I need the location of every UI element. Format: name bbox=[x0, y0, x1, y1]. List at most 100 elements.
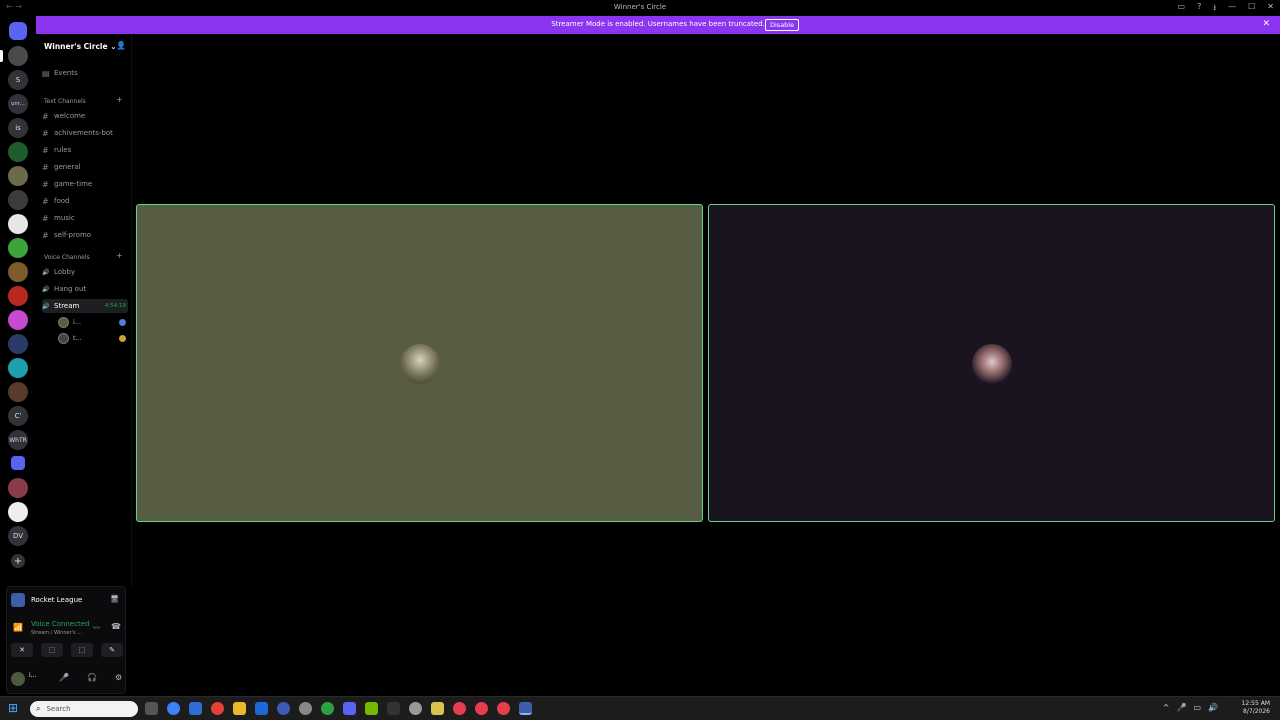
minimize-button[interactable]: — bbox=[1228, 2, 1236, 16]
app-icon[interactable] bbox=[387, 702, 400, 715]
app-icon[interactable] bbox=[497, 702, 510, 715]
server-icon[interactable] bbox=[8, 502, 28, 522]
mic-icon[interactable]: 🎤 bbox=[59, 673, 69, 682]
disconnect-icon[interactable]: ☎ bbox=[111, 622, 121, 631]
selected-pip bbox=[0, 50, 3, 62]
discord-home-icon[interactable] bbox=[9, 22, 27, 40]
volume-icon[interactable]: 🔊 bbox=[1208, 703, 1218, 712]
add-channel-icon[interactable]: + bbox=[116, 95, 123, 104]
channel-game-time[interactable]: # game-time bbox=[42, 177, 128, 191]
speaker-icon: 🔊 bbox=[42, 268, 50, 276]
participant-tile[interactable] bbox=[708, 204, 1275, 522]
voice-user[interactable]: t... bbox=[58, 332, 128, 344]
task-view-icon[interactable] bbox=[145, 702, 158, 715]
server-icon[interactable] bbox=[8, 286, 28, 306]
app-icon[interactable] bbox=[277, 702, 290, 715]
server-icon[interactable]: unr… bbox=[8, 94, 28, 114]
maximize-button[interactable]: ☐ bbox=[1248, 2, 1255, 16]
soundboard-icon[interactable]: ✎ bbox=[101, 643, 123, 657]
screen-share-icon[interactable]: 🖥 bbox=[110, 595, 119, 603]
voice-channel-hang-out[interactable]: 🔊 Hang out bbox=[42, 282, 128, 296]
close-banner-icon[interactable]: ✕ bbox=[1262, 19, 1270, 29]
download-icon[interactable]: ⭳ bbox=[1213, 2, 1216, 16]
voice-user[interactable]: i... bbox=[58, 316, 128, 328]
server-icon[interactable] bbox=[8, 214, 28, 234]
signal-icon[interactable]: 📶 bbox=[13, 623, 23, 632]
channel-general[interactable]: # general bbox=[42, 160, 128, 174]
category-text-channels[interactable]: Text Channels bbox=[44, 98, 86, 105]
xbox-icon[interactable] bbox=[321, 702, 334, 715]
discord-icon[interactable] bbox=[343, 702, 356, 715]
taskbar-search[interactable]: ⌕ Search bbox=[30, 701, 138, 717]
display-icon[interactable]: ▭ bbox=[1193, 703, 1201, 712]
folder-icon[interactable] bbox=[11, 456, 25, 470]
speaker-icon: 🔊 bbox=[42, 302, 50, 310]
server-icon[interactable] bbox=[8, 166, 28, 186]
voice-location[interactable]: Stream / Winner's ... bbox=[31, 630, 82, 636]
disable-streamer-mode-button[interactable]: Disable bbox=[765, 19, 800, 31]
server-icon[interactable] bbox=[8, 382, 28, 402]
activities-icon[interactable]: ⬚ bbox=[71, 643, 93, 657]
channel-food[interactable]: # food bbox=[42, 194, 128, 208]
clock[interactable]: 12:55 AM 8/7/2026 bbox=[1242, 700, 1270, 716]
rocket-league-icon[interactable] bbox=[519, 702, 532, 715]
nvidia-icon[interactable] bbox=[365, 702, 378, 715]
server-icon[interactable]: WhTR bbox=[8, 430, 28, 450]
app-icon[interactable] bbox=[475, 702, 488, 715]
server-icon[interactable] bbox=[8, 262, 28, 282]
add-channel-icon[interactable]: + bbox=[116, 251, 123, 260]
server-icon[interactable] bbox=[8, 358, 28, 378]
voice-channel-lobby[interactable]: 🔊 Lobby bbox=[42, 265, 128, 279]
channel-welcome[interactable]: # welcome bbox=[42, 109, 128, 123]
app-icon[interactable] bbox=[431, 702, 444, 715]
activity-icon bbox=[119, 334, 126, 342]
channel-achivements-bot[interactable]: # achivements-bot bbox=[42, 126, 128, 140]
channel-rules[interactable]: # rules bbox=[42, 143, 128, 157]
steam-icon[interactable] bbox=[255, 702, 268, 715]
channel-music[interactable]: # music bbox=[42, 211, 128, 225]
server-icon[interactable]: S bbox=[8, 70, 28, 90]
avatar[interactable] bbox=[11, 672, 25, 686]
server-header[interactable]: Winner's Circle ⌄ bbox=[44, 42, 116, 51]
app-icon[interactable] bbox=[409, 702, 422, 715]
server-icon[interactable] bbox=[8, 478, 28, 498]
mic-icon[interactable]: 🎤 bbox=[1177, 703, 1187, 712]
invite-people-icon[interactable]: 👤 bbox=[116, 41, 126, 50]
voice-channel-stream[interactable]: 🔊 Stream 4:54:19 bbox=[42, 299, 128, 313]
username[interactable]: i... bbox=[29, 672, 36, 679]
headset-icon[interactable]: 🎧 bbox=[87, 673, 97, 682]
category-voice-channels[interactable]: Voice Channels bbox=[44, 254, 90, 261]
window-title: Winner's Circle bbox=[613, 3, 667, 11]
server-icon[interactable] bbox=[8, 310, 28, 330]
hash-icon: # bbox=[42, 145, 49, 155]
chevron-up-icon[interactable]: ^ bbox=[1163, 703, 1170, 712]
server-icon[interactable] bbox=[8, 142, 28, 162]
server-icon[interactable]: DV bbox=[8, 526, 28, 546]
voice-status[interactable]: Voice Connected bbox=[31, 620, 90, 628]
app-icon[interactable] bbox=[453, 702, 466, 715]
chrome-icon[interactable] bbox=[211, 702, 224, 715]
camera-off-icon[interactable]: ✕ bbox=[11, 643, 33, 657]
mail-icon[interactable] bbox=[189, 702, 202, 715]
file-explorer-icon[interactable] bbox=[233, 702, 246, 715]
server-icon[interactable]: is bbox=[8, 118, 28, 138]
server-icon[interactable] bbox=[8, 238, 28, 258]
server-icon[interactable] bbox=[8, 190, 28, 210]
copilot-icon[interactable] bbox=[167, 702, 180, 715]
close-window-button[interactable]: ✕ bbox=[1267, 2, 1274, 16]
app-icon[interactable] bbox=[299, 702, 312, 715]
start-icon[interactable]: ⊞ bbox=[8, 702, 21, 715]
add-server-icon[interactable]: + bbox=[11, 554, 25, 568]
participant-tile[interactable] bbox=[136, 204, 703, 522]
channel-self-promo[interactable]: # self-promo bbox=[42, 228, 128, 242]
inbox-icon[interactable]: ▭ bbox=[1178, 2, 1186, 16]
server-icon[interactable] bbox=[8, 46, 28, 66]
noise-suppression-icon[interactable]: 〰 bbox=[93, 623, 100, 633]
channel-sidebar: Winner's Circle ⌄ 👤 ▤ Events Text Channe… bbox=[36, 34, 132, 586]
events-item[interactable]: ▤ Events bbox=[42, 66, 128, 80]
server-icon[interactable]: C' bbox=[8, 406, 28, 426]
help-icon[interactable]: ? bbox=[1197, 2, 1201, 16]
server-icon[interactable] bbox=[8, 334, 28, 354]
share-screen-icon[interactable]: ⬚ bbox=[41, 643, 63, 657]
settings-icon[interactable]: ⚙ bbox=[115, 673, 122, 682]
